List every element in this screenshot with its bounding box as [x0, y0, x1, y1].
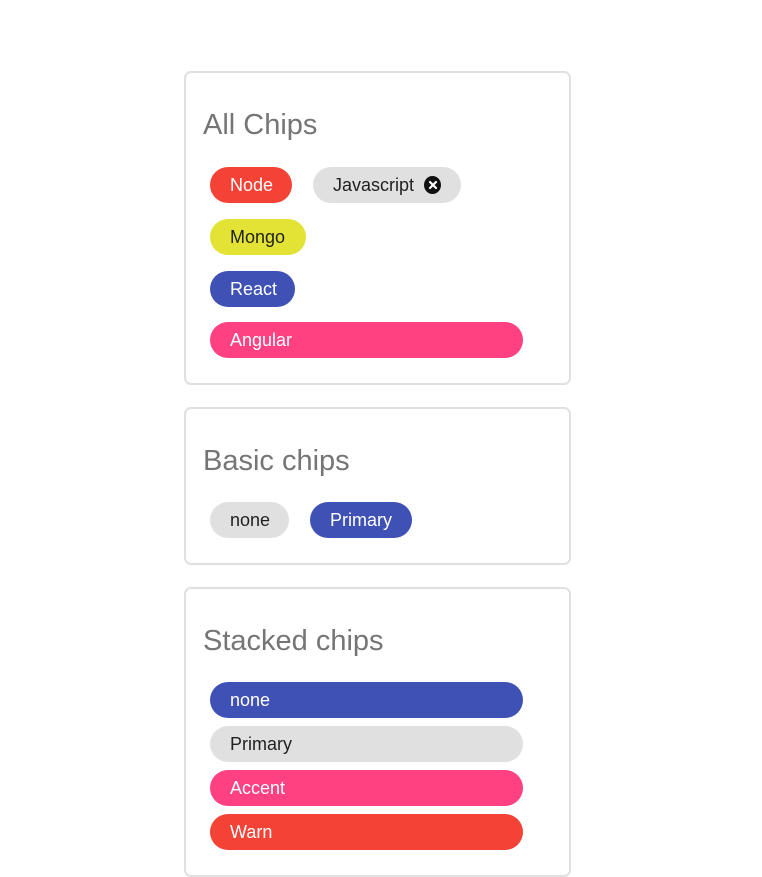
chip-primary[interactable]: Primary [310, 502, 412, 538]
chip-label: Accent [230, 778, 286, 798]
chip-mongo[interactable]: Mongo [210, 219, 306, 255]
chip-label: none [230, 690, 271, 710]
chip-label: Node [230, 175, 274, 195]
card-title: All Chips [203, 109, 318, 141]
chip-primary[interactable]: Primary [210, 726, 523, 762]
chip-label: Javascript [333, 175, 415, 195]
chip-none[interactable]: none [210, 682, 523, 718]
chip-javascript[interactable]: Javascript [313, 167, 461, 203]
chip-label: none [230, 510, 271, 530]
chip-warn[interactable]: Warn [210, 814, 523, 850]
card-title: Basic chips [203, 445, 350, 477]
chip-label: React [230, 279, 278, 299]
basic-chips-card: Basic chips none Primary [184, 407, 571, 565]
stacked-chips-card: Stacked chips none Primary Accent Warn [184, 587, 571, 877]
chip-label: Primary [230, 734, 292, 754]
cancel-icon[interactable] [424, 176, 441, 194]
chip-none[interactable]: none [210, 502, 289, 538]
chip-angular[interactable]: Angular [210, 322, 523, 358]
chip-accent[interactable]: Accent [210, 770, 523, 806]
card-title: Stacked chips [203, 625, 384, 657]
chip-label: Angular [230, 330, 293, 350]
chip-node[interactable]: Node [210, 167, 292, 203]
chip-label: Primary [330, 510, 392, 530]
chip-react[interactable]: React [210, 271, 295, 307]
chip-label: Warn [230, 822, 273, 842]
chip-label: Mongo [230, 227, 286, 247]
all-chips-card: All Chips Node Javascript Mongo React An… [184, 71, 571, 385]
